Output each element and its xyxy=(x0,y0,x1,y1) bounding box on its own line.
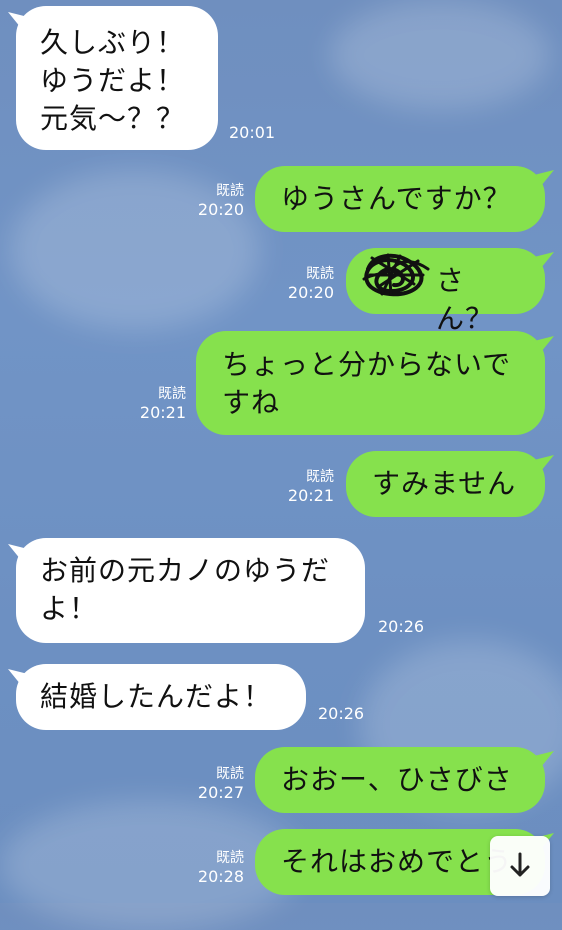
message-time: 20:20 xyxy=(197,200,244,219)
message-time: 20:01 xyxy=(229,123,276,142)
read-status: 既読 xyxy=(216,850,244,866)
incoming-message-bubble[interactable]: お前の元カノのゆうだ よ！ xyxy=(16,538,365,643)
message-meta: 既読 20:21 xyxy=(132,385,186,423)
read-status: 既読 xyxy=(158,386,186,402)
message-time: 20:26 xyxy=(318,704,365,723)
message-time: 20:20 xyxy=(287,283,334,302)
read-status: 既読 xyxy=(306,469,334,485)
message-time: 20:28 xyxy=(197,867,244,886)
message-time: 20:21 xyxy=(287,486,334,505)
message-meta: 既読 20:20 xyxy=(280,265,334,303)
outgoing-message-bubble[interactable]: ゆうさんですか？ xyxy=(255,166,545,232)
message-time: 20:26 xyxy=(378,617,425,636)
incoming-message-bubble[interactable]: 久しぶり！ ゆうだよ！ 元気〜？？ xyxy=(16,6,218,150)
message-time: 20:21 xyxy=(139,403,186,422)
message-time: 20:27 xyxy=(197,783,244,802)
incoming-message-bubble[interactable]: 結婚したんだよ！ xyxy=(16,664,306,730)
message-meta: 既読 20:28 xyxy=(190,849,244,887)
message-meta: 既読 20:20 xyxy=(190,182,244,220)
scroll-to-bottom-button[interactable] xyxy=(490,836,550,896)
read-status: 既読 xyxy=(306,266,334,282)
read-status: 既読 xyxy=(216,183,244,199)
outgoing-message-bubble[interactable]: おおー、ひさびさ xyxy=(255,747,545,813)
chat-thread[interactable]: 久しぶり！ ゆうだよ！ 元気〜？？ 20:01 既読 20:20 ゆうさんですか… xyxy=(0,0,562,903)
message-meta: 既読 20:27 xyxy=(190,765,244,803)
outgoing-message-bubble[interactable]: ちょっと分からないで すね xyxy=(196,331,545,435)
arrow-down-icon xyxy=(510,852,530,877)
redaction-scribble xyxy=(362,253,430,297)
outgoing-message-bubble[interactable]: すみません xyxy=(346,451,545,517)
read-status: 既読 xyxy=(216,766,244,782)
message-meta: 既読 20:21 xyxy=(280,468,334,506)
